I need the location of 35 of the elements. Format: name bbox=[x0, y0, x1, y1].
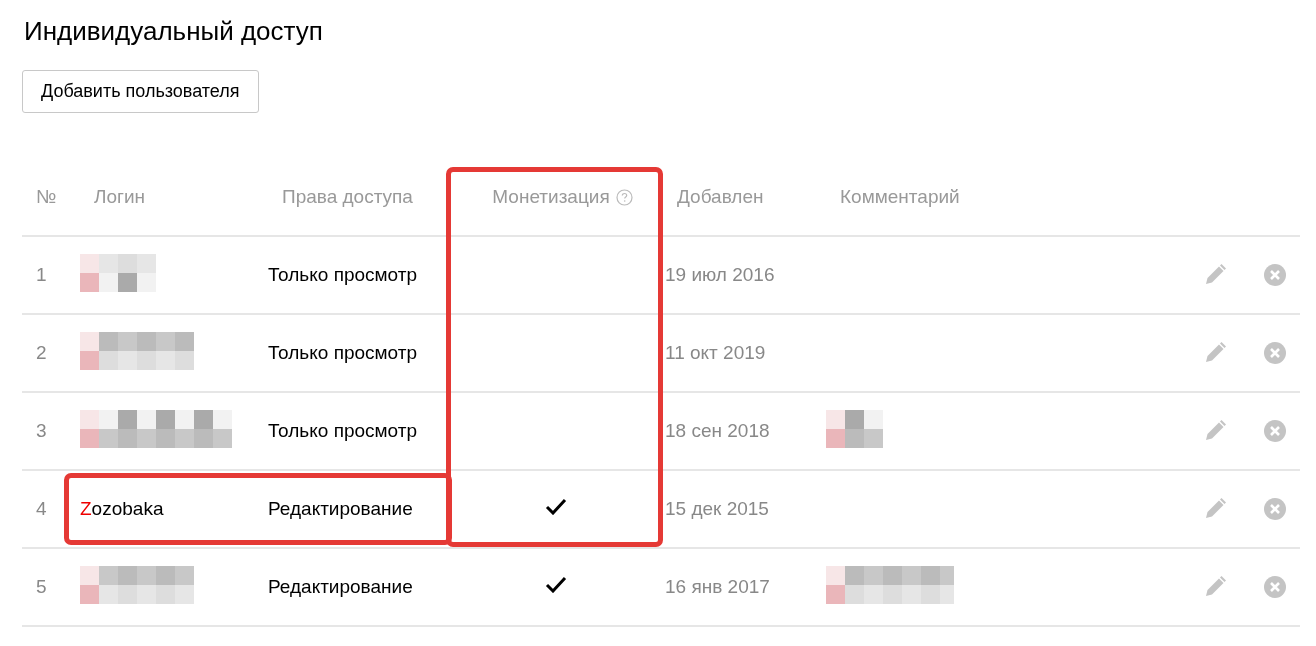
date-added: 16 янв 2017 bbox=[664, 576, 771, 598]
edit-icon[interactable] bbox=[1203, 575, 1227, 599]
row-number: 3 bbox=[35, 420, 48, 442]
help-icon[interactable] bbox=[615, 188, 633, 206]
access-rights: Редактирование bbox=[268, 576, 414, 598]
column-header: Добавлен bbox=[677, 186, 764, 208]
column-header: Логин bbox=[94, 186, 146, 208]
login-text: Zozobaka bbox=[80, 498, 164, 519]
delete-icon[interactable] bbox=[1264, 498, 1286, 520]
delete-icon[interactable] bbox=[1264, 342, 1286, 364]
edit-icon[interactable] bbox=[1203, 341, 1227, 365]
column-header: Монетизация bbox=[492, 186, 610, 208]
date-added: 15 дек 2015 bbox=[664, 498, 770, 520]
date-added: 18 сен 2018 bbox=[664, 420, 771, 442]
delete-icon[interactable] bbox=[1264, 264, 1286, 286]
access-rights: Редактирование bbox=[268, 498, 414, 520]
access-rights: Только просмотр bbox=[268, 264, 419, 286]
access-rights: Только просмотр bbox=[268, 420, 419, 442]
edit-icon[interactable] bbox=[1203, 419, 1227, 443]
add-user-button[interactable]: Добавить пользователя bbox=[22, 70, 259, 113]
column-header: № bbox=[36, 186, 57, 208]
column-header: Комментарий bbox=[840, 186, 960, 208]
row-number: 5 bbox=[35, 576, 48, 598]
row-number: 2 bbox=[35, 342, 48, 364]
row-number: 4 bbox=[35, 498, 48, 520]
column-header: Права доступа bbox=[282, 186, 413, 208]
date-added: 11 окт 2019 bbox=[664, 342, 767, 364]
delete-icon[interactable] bbox=[1264, 420, 1286, 442]
date-added: 19 июл 2016 bbox=[664, 264, 776, 286]
access-rights: Только просмотр bbox=[268, 342, 419, 364]
page-title: Индивидуальный доступ bbox=[24, 15, 324, 48]
edit-icon[interactable] bbox=[1203, 497, 1227, 521]
delete-icon[interactable] bbox=[1264, 576, 1286, 598]
edit-icon[interactable] bbox=[1203, 263, 1227, 287]
row-number: 1 bbox=[35, 264, 48, 286]
